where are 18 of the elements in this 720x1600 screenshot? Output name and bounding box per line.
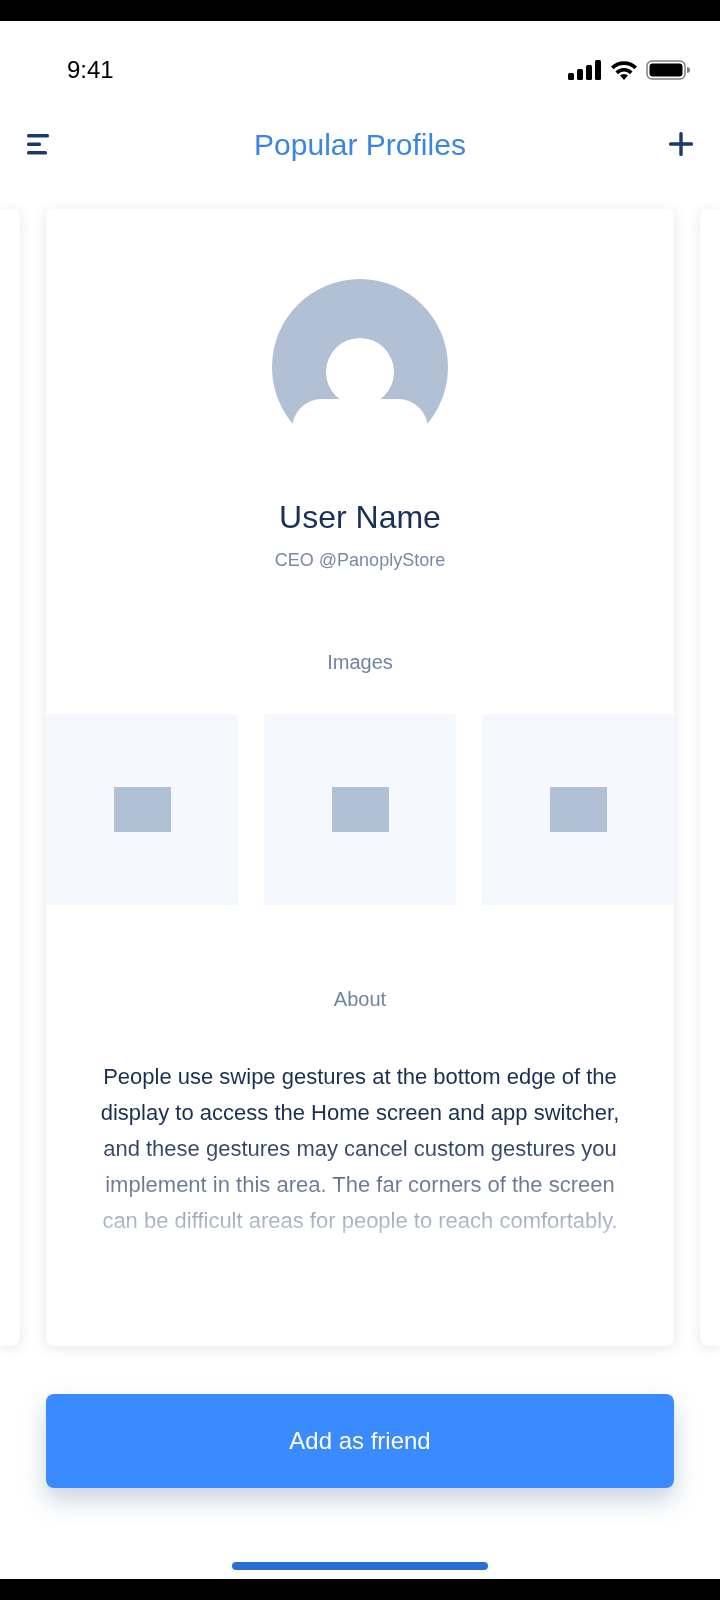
image-placeholder[interactable] bbox=[482, 714, 674, 905]
image-icon bbox=[331, 787, 389, 832]
battery-icon bbox=[646, 60, 690, 80]
menu-icon[interactable] bbox=[27, 132, 51, 156]
image-placeholder[interactable] bbox=[46, 714, 238, 905]
user-name: User Name bbox=[279, 498, 441, 537]
wifi-icon bbox=[610, 60, 638, 80]
add-icon[interactable] bbox=[669, 132, 693, 156]
section-heading: About bbox=[333, 987, 387, 1012]
image-icon bbox=[549, 787, 607, 832]
user-role: CEO @PanoplyStore bbox=[274, 549, 446, 572]
image-icon bbox=[113, 787, 171, 832]
add-friend-button[interactable]: Add as friend bbox=[46, 1394, 674, 1488]
signal-icon bbox=[568, 60, 602, 80]
image-placeholder[interactable] bbox=[264, 714, 456, 905]
section-heading: Images bbox=[327, 650, 393, 675]
page-title: Popular Profiles bbox=[254, 126, 466, 163]
status-time: 9:41 bbox=[67, 55, 114, 85]
